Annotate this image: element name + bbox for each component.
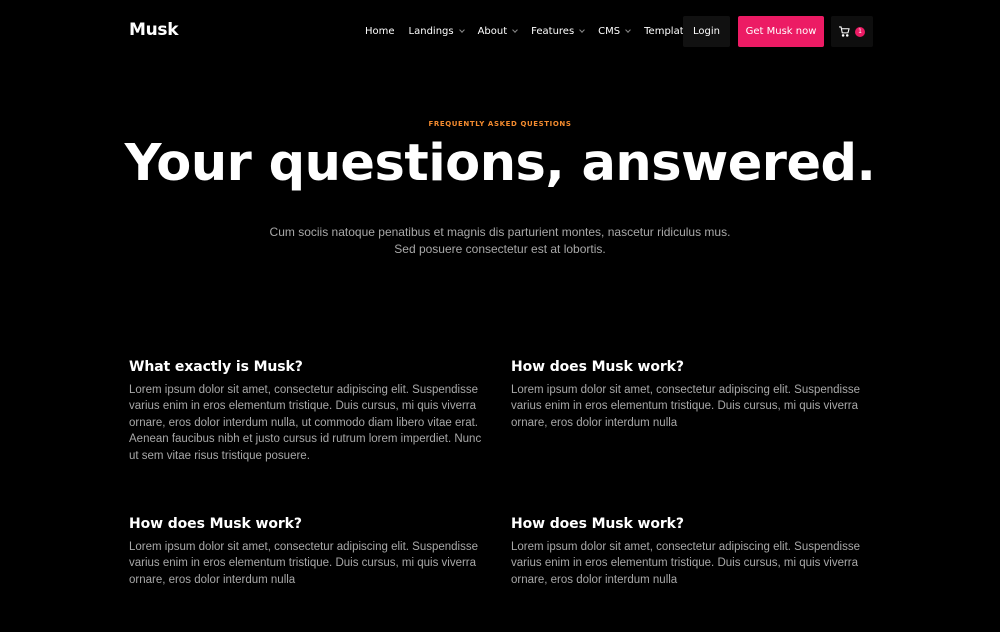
- chevron-down-icon: [625, 27, 631, 33]
- hero-subtitle: Cum sociis natoque penatibus et magnis d…: [269, 225, 731, 256]
- faq-answer: Lorem ipsum dolor sit amet, consectetur …: [129, 384, 482, 462]
- faq-item: How does Musk work? Lorem ipsum dolor si…: [511, 516, 873, 588]
- cart-count-badge: 1: [855, 26, 865, 37]
- faq-answer: Lorem ipsum dolor sit amet, consectetur …: [511, 384, 861, 429]
- top-navbar: Musk Home Landings About Features CMS Te…: [0, 0, 1000, 64]
- nav-item-label: Landings: [408, 26, 454, 37]
- page-title: Your questions, answered.: [124, 134, 876, 193]
- faq-answer: Lorem ipsum dolor sit amet, consectetur …: [129, 541, 479, 586]
- cart-button[interactable]: 1: [831, 16, 873, 47]
- faq-item: How does Musk work? Lorem ipsum dolor si…: [129, 516, 491, 588]
- chevron-down-icon: [512, 27, 519, 33]
- nav-item-label: CMS: [598, 26, 621, 37]
- nav-item-cms[interactable]: CMS: [598, 26, 631, 37]
- brand-logo[interactable]: Musk: [129, 20, 179, 40]
- login-button[interactable]: Login: [683, 16, 730, 47]
- cart-icon: [839, 26, 850, 37]
- faq-question: How does Musk work?: [511, 359, 684, 375]
- faq-answer: Lorem ipsum dolor sit amet, consectetur …: [511, 541, 861, 586]
- nav-item-about[interactable]: About: [477, 26, 519, 37]
- main-menu: Home Landings About Features CMS Templat…: [365, 26, 714, 37]
- faq-item: How does Musk work? Lorem ipsum dolor si…: [511, 359, 873, 431]
- nav-item-label: Home: [365, 26, 395, 37]
- chevron-down-icon: [458, 27, 465, 33]
- faq-question: How does Musk work?: [511, 516, 684, 532]
- faq-item: What exactly is Musk? Lorem ipsum dolor …: [129, 359, 491, 464]
- nav-item-home[interactable]: Home: [365, 26, 395, 37]
- chevron-down-icon: [579, 27, 586, 33]
- section-eyebrow: FREQUENTLY ASKED QUESTIONS: [428, 120, 572, 128]
- get-musk-now-button[interactable]: Get Musk now: [738, 16, 824, 47]
- faq-question: How does Musk work?: [129, 516, 302, 532]
- nav-item-label: Features: [531, 26, 575, 37]
- nav-item-landings[interactable]: Landings: [408, 26, 465, 37]
- faq-question: What exactly is Musk?: [129, 359, 303, 375]
- nav-item-features[interactable]: Features: [531, 26, 586, 37]
- nav-item-label: About: [477, 26, 508, 37]
